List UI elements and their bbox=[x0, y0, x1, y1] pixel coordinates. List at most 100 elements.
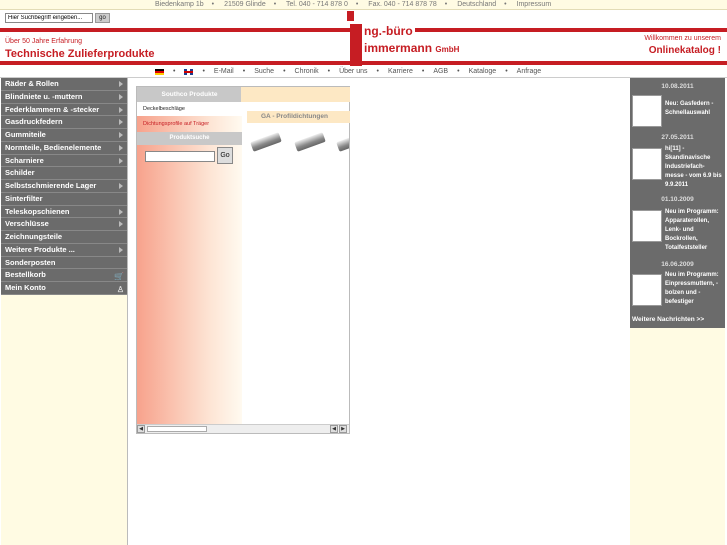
product-thumbnail[interactable] bbox=[249, 131, 285, 155]
impressum-link[interactable]: Impressum bbox=[517, 1, 552, 8]
tagline: Über 50 Jahre Erfahrung bbox=[5, 38, 83, 45]
product-search-heading: Produktsuche bbox=[137, 132, 242, 145]
sidebar-item-sinterfilter[interactable]: Sinterfilter bbox=[1, 192, 127, 206]
logo-text-line2: immermann GmbH bbox=[362, 41, 462, 55]
chevron-right-icon bbox=[119, 157, 123, 164]
logo-text-line1: ng.-büro bbox=[362, 24, 415, 38]
sidebar-item-normteile[interactable]: Normteile, Bedienelemente bbox=[1, 141, 127, 155]
uk-flag-icon[interactable] bbox=[184, 68, 194, 75]
sidebar-item-label: Federklammern & -stecker bbox=[5, 104, 100, 114]
nav-suche[interactable]: Suche bbox=[254, 68, 274, 75]
sidebar-item-gasdruckfedern[interactable]: Gasdruckfedern bbox=[1, 116, 127, 129]
logo-suffix: GmbH bbox=[435, 45, 460, 54]
sidebar-item-label: Blindniete u. -muttern bbox=[5, 91, 83, 101]
sidebar-item-label: Bestellkorb bbox=[5, 270, 46, 280]
sidebar-item-label: Schilder bbox=[5, 168, 35, 178]
sidebar-item-label: Zeichnungsteile bbox=[5, 232, 63, 241]
product-search-input[interactable] bbox=[145, 151, 215, 162]
search-input[interactable] bbox=[5, 13, 93, 23]
slogan: Technische Zulieferprodukte bbox=[5, 48, 155, 60]
nav-anfrage[interactable]: Anfrage bbox=[517, 68, 542, 75]
nav-kataloge[interactable]: Kataloge bbox=[469, 68, 497, 75]
sidebar-item-label: Weitere Produkte ... bbox=[5, 244, 75, 254]
product-thumbnail[interactable] bbox=[335, 131, 349, 155]
chevron-right-icon bbox=[119, 246, 123, 253]
sidebar-item-lager[interactable]: Selbstschmierende Lager bbox=[1, 180, 127, 193]
red-divider bbox=[370, 28, 727, 32]
nav-karriere[interactable]: Karriere bbox=[388, 68, 413, 75]
tab-header-fill bbox=[241, 87, 350, 102]
country: Deutschland bbox=[457, 1, 497, 8]
news-text[interactable]: Neu im Programm: Apparaterollen, Lenk- u… bbox=[665, 208, 723, 253]
address-bar: Biedenkamp 1b • 21509 Glinde • Tel. 040 - … bbox=[0, 0, 727, 10]
sidebar-item-verschluesse[interactable]: Verschlüsse bbox=[1, 218, 127, 231]
sidebar-item-label: Teleskopschienen bbox=[5, 206, 70, 216]
red-divider bbox=[0, 28, 350, 32]
search-go-button[interactable]: go bbox=[95, 13, 110, 23]
sidebar-item-schilder[interactable]: Schilder bbox=[1, 167, 127, 180]
tab-southco[interactable]: Southco Produkte bbox=[137, 87, 242, 102]
sidebar-item-label: Verschlüsse bbox=[5, 219, 49, 229]
chevron-right-icon bbox=[119, 81, 123, 87]
sidebar-item-bestellkorb[interactable]: Bestellkorb 🛒 bbox=[1, 269, 127, 282]
scroll-left-icon[interactable]: ◀ bbox=[330, 425, 338, 433]
news-date: 01.10.2009 bbox=[661, 196, 694, 203]
welcome-text: Willkommen zu unserem bbox=[644, 35, 721, 42]
sidebar-item-raeder[interactable]: Räder & Rollen bbox=[1, 78, 127, 91]
news-text[interactable]: Neu: Gasfedern - Schnellauswahl bbox=[665, 100, 723, 118]
sidebar-item-gummiteile[interactable]: Gummiteile bbox=[1, 129, 127, 142]
sidebar-item-label: Räder & Rollen bbox=[5, 79, 59, 88]
news-image[interactable] bbox=[632, 274, 662, 306]
chevron-right-icon bbox=[119, 183, 123, 189]
sidebar-item-label: Mein Konto bbox=[5, 283, 46, 292]
sidebar-item-blindniete[interactable]: Blindniete u. -muttern bbox=[1, 90, 127, 104]
news-text[interactable]: Neu im Programm: Einpressmuttern, -bolze… bbox=[665, 271, 723, 307]
fax: Fax. 040 - 714 878 78 bbox=[368, 1, 437, 8]
nav-ueber-uns[interactable]: Über uns bbox=[339, 68, 367, 75]
red-divider bbox=[0, 61, 727, 65]
sidebar-item-label: Gummiteile bbox=[5, 130, 46, 139]
crest-icon bbox=[346, 10, 355, 22]
chevron-right-icon bbox=[119, 208, 123, 215]
scrollbar-thumb[interactable] bbox=[147, 426, 207, 432]
sidebar-item-teleskopschienen[interactable]: Teleskopschienen bbox=[1, 205, 127, 219]
sidebar-item-zeichnungsteile[interactable]: Zeichnungsteile bbox=[1, 231, 127, 244]
scroll-left-icon[interactable]: ◀ bbox=[137, 425, 145, 433]
news-image[interactable] bbox=[632, 95, 662, 127]
submenu-deckelbeschlaege[interactable]: Deckelbeschläge bbox=[137, 102, 242, 116]
nav-chronik[interactable]: Chronik bbox=[295, 68, 319, 75]
chevron-right-icon bbox=[119, 144, 123, 151]
street: Biedenkamp 1b bbox=[155, 1, 204, 8]
more-news-link[interactable]: Weitere Nachrichten >> bbox=[632, 316, 704, 323]
category-title: GA - Profildichtungen bbox=[247, 111, 350, 123]
city: 21509 Glinde bbox=[224, 1, 266, 8]
sidebar-item-label: Scharniere bbox=[5, 155, 44, 165]
chevron-right-icon bbox=[119, 221, 123, 228]
german-flag-icon[interactable] bbox=[155, 68, 164, 75]
product-search-go-button[interactable]: Go bbox=[217, 147, 233, 164]
product-thumbnail[interactable] bbox=[293, 131, 329, 155]
news-image[interactable] bbox=[632, 148, 662, 180]
horizontal-scrollbar[interactable]: ◀ ◀ ▶ bbox=[137, 424, 349, 433]
news-date: 27.05.2011 bbox=[661, 134, 694, 141]
nav-email[interactable]: E-Mail bbox=[214, 68, 234, 75]
chevron-right-icon bbox=[119, 119, 123, 126]
news-image[interactable] bbox=[632, 210, 662, 242]
scroll-right-icon[interactable]: ▶ bbox=[339, 425, 347, 433]
news-text[interactable]: hi[11] - Skandinavische Industriefach-me… bbox=[665, 145, 723, 190]
address-line: Biedenkamp 1b • 21509 Glinde • Tel. 040 - … bbox=[155, 1, 552, 8]
sidebar-item-label: Gasdruckfedern bbox=[5, 117, 63, 127]
sidebar-item-scharniere[interactable]: Scharniere bbox=[1, 154, 127, 168]
news-date: 10.08.2011 bbox=[661, 83, 694, 90]
chevron-right-icon bbox=[119, 132, 123, 138]
sidebar: Räder & Rollen Blindniete u. -muttern Fe… bbox=[1, 78, 128, 545]
sidebar-item-label: Normteile, Bedienelemente bbox=[5, 142, 102, 152]
submenu-dichtungsprofile[interactable]: Dichtungsprofile auf Träger bbox=[137, 118, 242, 130]
sidebar-item-konto[interactable]: Mein Konto ♙ bbox=[1, 282, 127, 295]
top-nav: • • E-Mail • Suche • Chronik • Über uns • Ka… bbox=[155, 68, 541, 75]
sidebar-item-federklammern[interactable]: Federklammern & -stecker bbox=[1, 103, 127, 117]
nav-agb[interactable]: AGB bbox=[433, 68, 448, 75]
sidebar-item-sonderposten[interactable]: Sonderposten bbox=[1, 256, 127, 270]
sidebar-item-weitere[interactable]: Weitere Produkte ... bbox=[1, 243, 127, 257]
sidebar-item-label: Selbstschmierende Lager bbox=[5, 181, 97, 190]
